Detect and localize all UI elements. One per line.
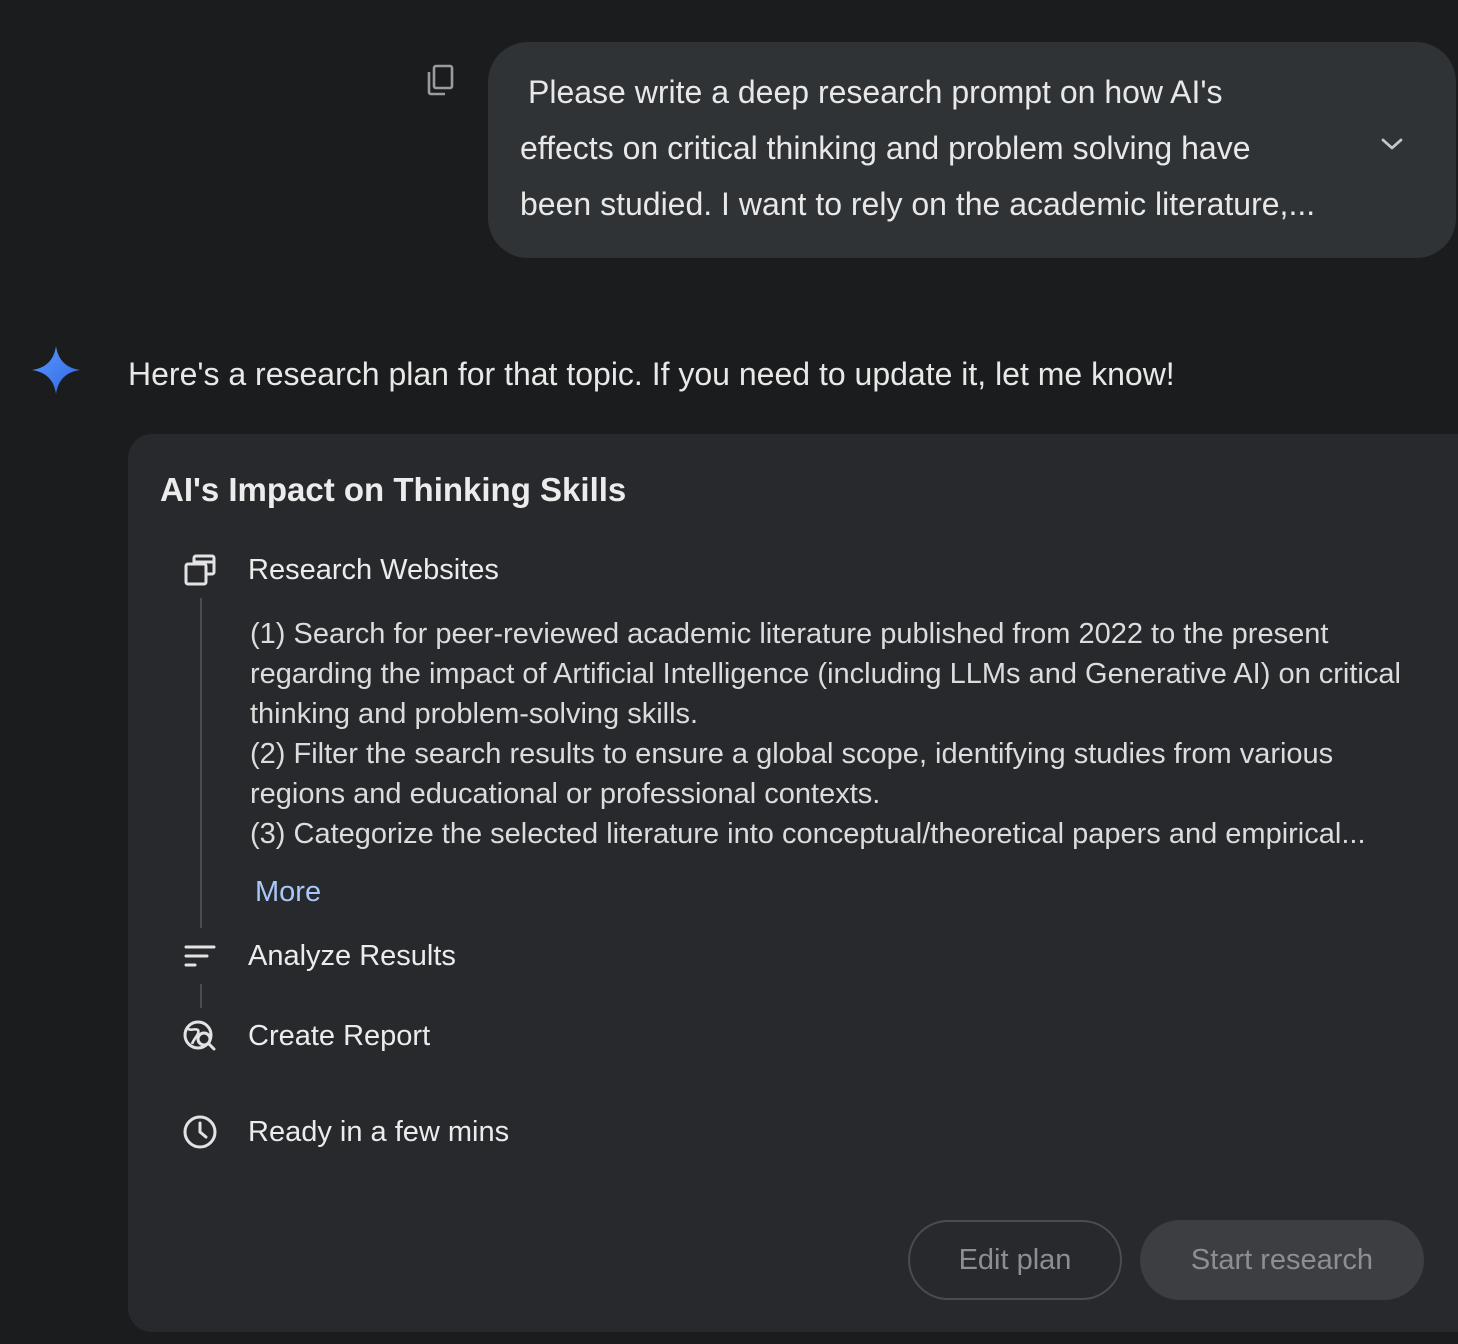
step-research-details: (1) Search for peer-reviewed academic li… bbox=[250, 614, 1430, 854]
eta-label: Ready in a few mins bbox=[248, 1116, 510, 1148]
plan-title: AI's Impact on Thinking Skills bbox=[160, 471, 627, 508]
step-detail-item: (3) Categorize the selected literature i… bbox=[250, 818, 1366, 850]
assistant-intro: Here's a research plan for that topic. I… bbox=[128, 356, 1175, 392]
step-detail-item: (1) Search for peer-reviewed academic li… bbox=[250, 618, 1401, 730]
more-link[interactable]: More bbox=[255, 872, 321, 912]
step-connector bbox=[200, 984, 202, 1008]
copy-button[interactable] bbox=[420, 60, 460, 100]
step-create-report: Create Report bbox=[248, 1020, 431, 1052]
step-connector bbox=[200, 598, 202, 928]
clock-icon bbox=[180, 1112, 220, 1152]
expand-message-button[interactable] bbox=[1374, 126, 1410, 162]
research-plan-card: AI's Impact on Thinking Skills Research … bbox=[128, 434, 1458, 1332]
sort-lines-icon bbox=[180, 936, 220, 976]
user-message-line: Please write a deep research prompt on h… bbox=[528, 74, 1223, 110]
step-analyze-results: Analyze Results bbox=[248, 940, 456, 972]
step-detail-item: (2) Filter the search results to ensure … bbox=[250, 738, 1334, 810]
gemini-spark-icon bbox=[32, 346, 80, 394]
chat-page: Please write a deep research prompt on h… bbox=[0, 0, 1458, 1344]
edit-plan-button[interactable]: Edit plan bbox=[908, 1220, 1122, 1300]
chevron-down-icon bbox=[1381, 138, 1403, 150]
copy-icon bbox=[427, 64, 454, 96]
user-message-bubble: Please write a deep research prompt on h… bbox=[488, 42, 1456, 258]
step-research-websites: Research Websites bbox=[248, 554, 499, 586]
start-research-button[interactable]: Start research bbox=[1140, 1220, 1424, 1300]
user-message-line: effects on critical thinking and problem… bbox=[520, 130, 1251, 166]
browser-windows-icon bbox=[180, 550, 220, 590]
globe-search-icon bbox=[180, 1016, 220, 1056]
user-message-text: Please write a deep research prompt on h… bbox=[520, 64, 1346, 232]
user-message-line: been studied. I want to rely on the acad… bbox=[520, 186, 1316, 222]
